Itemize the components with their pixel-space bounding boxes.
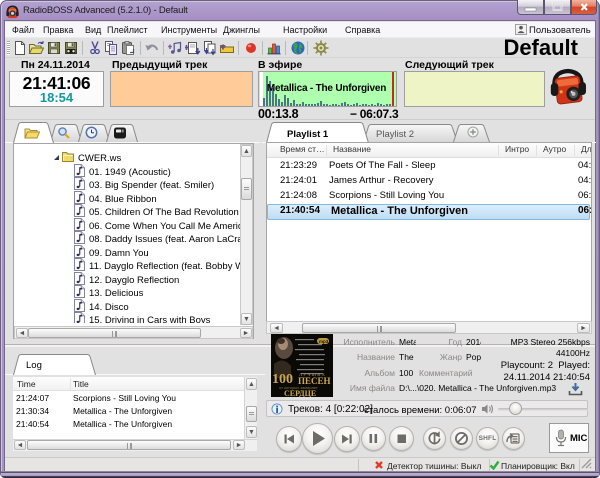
svg-text:СЕРДЦЕ: СЕРДЦЕ [284,389,316,397]
svg-text:Log: Log [26,360,42,371]
svg-text:Playlist 2: Playlist 2 [376,129,414,140]
svg-text:Playlist 1: Playlist 1 [287,129,329,140]
